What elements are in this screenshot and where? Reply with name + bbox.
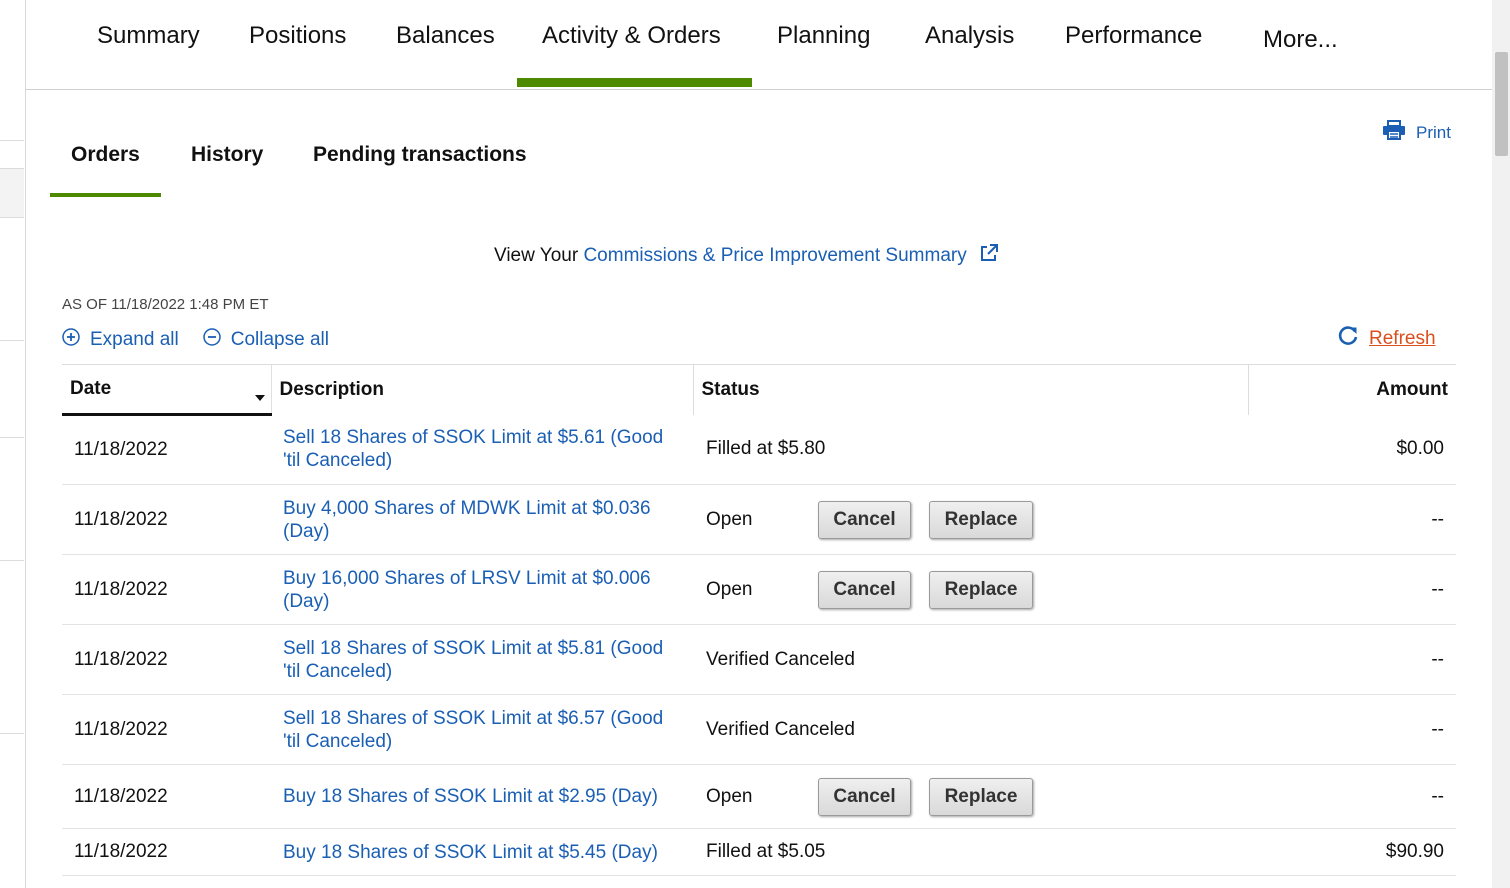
print-label: Print [1416, 122, 1451, 142]
commissions-summary-link[interactable]: Commissions & Price Improvement Summary [583, 245, 966, 266]
order-status: Open [706, 578, 753, 600]
order-status: Verified Canceled [693, 624, 1248, 695]
order-amount: -- [1248, 624, 1456, 695]
sort-down-icon[interactable] [254, 395, 265, 401]
cancel-order-button[interactable]: Cancel [818, 500, 911, 539]
active-tab-indicator [517, 78, 752, 87]
column-header-date-label: Date [70, 378, 112, 399]
account-top-nav: Summary Positions Balances Activity & Or… [25, 0, 1492, 90]
sidebar-selected-item[interactable] [0, 168, 24, 218]
order-date: 11/18/2022 [62, 484, 271, 555]
commissions-summary-line: View Your Commissions & Price Improvemen… [0, 244, 1492, 267]
external-link-icon[interactable] [980, 244, 998, 266]
order-status-cell: Open Cancel Replace [693, 484, 1248, 555]
plus-circle-icon [62, 328, 80, 352]
subtab-pending-transactions[interactable]: Pending transactions [313, 143, 527, 167]
table-row: 11/18/2022 Sell 18 Shares of SSOK Limit … [62, 414, 1456, 485]
collapse-all-label: Collapse all [230, 329, 329, 350]
order-description-link[interactable]: Sell 18 Shares of SSOK Limit at $6.57 (G… [271, 694, 693, 765]
order-status: Open [706, 508, 753, 530]
order-date: 11/18/2022 [62, 694, 271, 765]
order-description-link[interactable]: Buy 18 Shares of SSOK Limit at $5.45 (Da… [271, 828, 693, 876]
vertical-scrollbar[interactable] [1492, 0, 1510, 888]
scrollbar-thumb[interactable] [1495, 52, 1508, 156]
order-date: 11/18/2022 [62, 414, 271, 485]
cancel-order-button[interactable]: Cancel [818, 570, 911, 609]
order-amount: $0.00 [1248, 414, 1456, 485]
sidebar-divider [0, 560, 24, 561]
order-description-link[interactable]: Sell 18 Shares of SSOK Limit at $5.61 (G… [271, 414, 693, 485]
table-row: 11/18/2022 Buy 18 Shares of SSOK Limit a… [62, 828, 1456, 876]
order-description-link[interactable]: Buy 18 Shares of SSOK Limit at $2.95 (Da… [271, 764, 693, 829]
table-row: 11/18/2022 Sell 18 Shares of SSOK Limit … [62, 624, 1456, 695]
order-status: Verified Canceled [693, 694, 1248, 765]
column-header-amount[interactable]: Amount [1247, 364, 1456, 415]
tab-planning[interactable]: Planning [777, 22, 870, 50]
order-date: 11/18/2022 [62, 624, 271, 695]
order-description-link[interactable]: Buy 4,000 Shares of MDWK Limit at $0.036… [271, 484, 693, 555]
expand-collapse-controls: Expand all Collapse all [62, 328, 353, 352]
print-button[interactable]: Print [1382, 120, 1451, 145]
order-amount: -- [1248, 694, 1456, 765]
sidebar-divider [0, 733, 24, 734]
tab-balances[interactable]: Balances [396, 22, 495, 50]
column-header-status[interactable]: Status [692, 364, 1248, 415]
order-date: 11/18/2022 [62, 554, 271, 625]
subtab-orders[interactable]: Orders [71, 143, 140, 167]
summary-prefix: View Your [494, 245, 579, 266]
tab-analysis[interactable]: Analysis [925, 22, 1014, 50]
table-row: 11/18/2022 Buy 18 Shares of SSOK Limit a… [62, 764, 1456, 829]
column-header-date[interactable]: Date [62, 364, 271, 416]
order-amount: -- [1248, 484, 1456, 555]
order-description-link[interactable]: Sell 18 Shares of SSOK Limit at $5.81 (G… [271, 624, 693, 695]
order-date: 11/18/2022 [62, 764, 271, 829]
order-status: Open [706, 785, 753, 807]
order-status-cell: Open Cancel Replace [693, 554, 1248, 625]
refresh-label: Refresh [1369, 327, 1436, 349]
order-amount: $90.90 [1248, 828, 1456, 876]
table-row: 11/18/2022 Buy 4,000 Shares of MDWK Limi… [62, 484, 1456, 555]
table-row: 11/18/2022 Sell 18 Shares of SSOK Limit … [62, 694, 1456, 765]
tab-summary[interactable]: Summary [97, 22, 200, 50]
tab-activity-orders[interactable]: Activity & Orders [542, 22, 721, 50]
subtab-history[interactable]: History [191, 143, 263, 167]
minus-circle-icon [202, 328, 221, 352]
order-description-link[interactable]: Buy 16,000 Shares of LRSV Limit at $0.00… [271, 554, 693, 625]
sidebar-divider [0, 140, 24, 141]
column-header-description[interactable]: Description [270, 364, 693, 415]
refresh-button[interactable]: Refresh [1337, 325, 1436, 352]
replace-order-button[interactable]: Replace [929, 777, 1033, 816]
expand-all-button[interactable]: Expand all [62, 328, 179, 352]
order-date: 11/18/2022 [62, 828, 271, 876]
left-sidebar-edge [0, 0, 26, 888]
tab-more[interactable]: More... [1263, 26, 1338, 54]
order-status-cell: Open Cancel Replace [693, 764, 1248, 829]
refresh-icon [1337, 325, 1359, 352]
replace-order-button[interactable]: Replace [929, 500, 1033, 539]
sidebar-divider [0, 437, 24, 438]
printer-icon [1382, 120, 1406, 145]
tab-performance[interactable]: Performance [1065, 22, 1202, 50]
active-subtab-indicator [50, 193, 161, 197]
cancel-order-button[interactable]: Cancel [818, 777, 911, 816]
replace-order-button[interactable]: Replace [929, 570, 1033, 609]
order-status: Filled at $5.05 [693, 828, 1248, 876]
order-amount: -- [1248, 554, 1456, 625]
collapse-all-button[interactable]: Collapse all [202, 328, 329, 352]
expand-all-label: Expand all [90, 329, 179, 350]
order-status: Filled at $5.80 [693, 414, 1248, 485]
as-of-timestamp: AS OF 11/18/2022 1:48 PM ET [62, 296, 269, 313]
table-header-row: Date Description Status Amount [62, 364, 1456, 416]
sidebar-divider [0, 340, 24, 341]
orders-table: Date Description Status Amount 11/18/202… [62, 364, 1456, 876]
order-amount: -- [1248, 764, 1456, 829]
tab-positions[interactable]: Positions [249, 22, 346, 50]
table-row: 11/18/2022 Buy 16,000 Shares of LRSV Lim… [62, 554, 1456, 625]
